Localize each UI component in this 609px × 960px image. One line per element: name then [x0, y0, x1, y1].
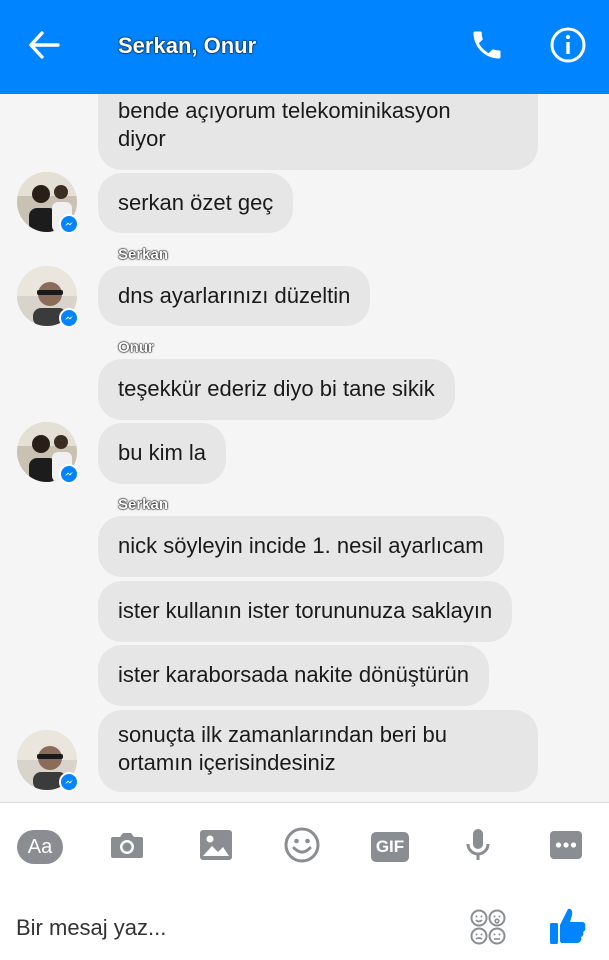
emoji-icon: [284, 827, 320, 868]
message-thread[interactable]: bende açıyorum telekominikasyon diyor se…: [0, 94, 609, 800]
message-input[interactable]: [16, 911, 436, 945]
sender-name: Serkan: [118, 246, 169, 263]
message-text-line: ister kullanın ister torununuza saklayın: [118, 598, 493, 623]
message-text-line: teşekkür ederiz diyo bi tane sikik: [118, 376, 435, 401]
message-text-line: bu kim la: [118, 440, 207, 465]
like-button[interactable]: [548, 905, 588, 947]
gif-icon: GIF: [371, 832, 409, 862]
info-button[interactable]: [547, 26, 589, 68]
message-text-line: diyor: [118, 126, 166, 151]
info-icon: [549, 26, 587, 69]
message-bubble[interactable]: nick söyleyin incide 1. nesil ayarlıcam: [98, 516, 504, 577]
image-icon: [199, 829, 233, 866]
header-bar: Serkan, Onur: [0, 0, 609, 94]
call-button[interactable]: [466, 26, 508, 68]
more-button[interactable]: [546, 825, 586, 869]
message-bubble[interactable]: dns ayarlarınızı düzeltin: [98, 266, 371, 326]
message-text-line: sonuçta ilk zamanlarından beri bu: [118, 722, 447, 747]
emoji-button[interactable]: [282, 825, 322, 869]
composer: Aa GIF: [0, 802, 609, 960]
message-bubble[interactable]: bu kim la: [98, 423, 227, 484]
message-text-line: ister karaborsada nakite dönüştürün: [118, 662, 469, 687]
message-bubble[interactable]: serkan özet geç: [98, 173, 294, 233]
emoji-pad-icon: [468, 909, 508, 951]
text-format-icon: Aa: [27, 835, 53, 858]
gif-button[interactable]: GIF: [370, 825, 410, 869]
phone-icon: [469, 27, 505, 68]
image-button[interactable]: [196, 825, 236, 869]
messenger-badge-icon: [59, 772, 79, 792]
camera-button[interactable]: [107, 825, 147, 869]
message-text-line: nick söyleyin incide 1. nesil ayarlıcam: [118, 533, 484, 558]
emoji-pad-button[interactable]: [468, 907, 508, 947]
messenger-badge-icon: [59, 214, 79, 234]
message-bubble[interactable]: bende açıyorum telekominikasyon diyor: [98, 94, 538, 170]
message-text-line: bende açıyorum telekominikasyon: [118, 98, 451, 123]
message-bubble[interactable]: sonuçta ilk zamanlarından beri bu ortamı…: [98, 710, 538, 792]
message-bubble[interactable]: teşekkür ederiz diyo bi tane sikik: [98, 359, 455, 420]
message-bubble[interactable]: ister kullanın ister torununuza saklayın: [98, 581, 513, 642]
message-text-line: dns ayarlarınızı düzeltin: [118, 283, 351, 308]
more-icon: [549, 830, 583, 865]
microphone-icon: [464, 827, 492, 868]
message-text-line: ortamın içerisindesiniz: [118, 750, 336, 775]
conversation-title[interactable]: Serkan, Onur: [118, 33, 256, 59]
microphone-button[interactable]: [458, 825, 498, 869]
text-format-button[interactable]: Aa: [17, 830, 63, 864]
sender-name: Onur: [118, 339, 154, 356]
camera-icon: [109, 830, 145, 865]
messenger-badge-icon: [59, 308, 79, 328]
back-button[interactable]: [22, 27, 66, 67]
thumbs-up-icon: [548, 908, 588, 951]
sender-name: Serkan: [118, 496, 169, 513]
message-text-line: serkan özet geç: [118, 190, 274, 215]
messenger-badge-icon: [59, 464, 79, 484]
arrow-left-icon: [28, 30, 60, 64]
message-bubble[interactable]: ister karaborsada nakite dönüştürün: [98, 645, 489, 706]
